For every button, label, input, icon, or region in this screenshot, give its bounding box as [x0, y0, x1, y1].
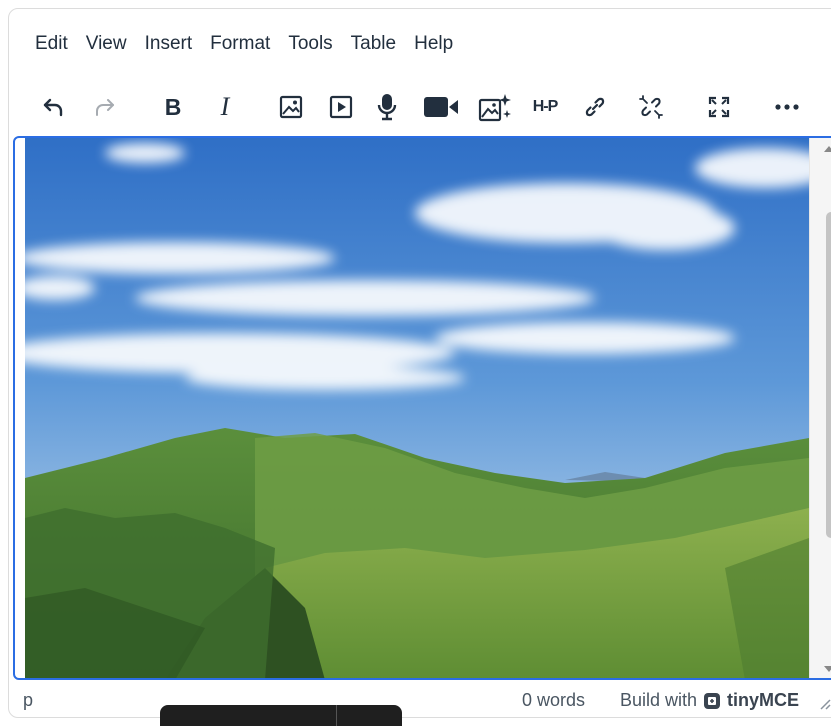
- more-icon: [775, 104, 799, 110]
- undo-button[interactable]: [33, 87, 73, 127]
- link-icon: [585, 97, 605, 117]
- record-video-button[interactable]: [421, 87, 461, 127]
- tooltip-divider: [336, 705, 337, 726]
- microphone-icon: [377, 94, 397, 121]
- record-audio-button[interactable]: [367, 87, 407, 127]
- menu-tools[interactable]: Tools: [282, 27, 338, 61]
- branding-prefix: Build with: [620, 690, 698, 710]
- menu-table[interactable]: Table: [345, 27, 402, 61]
- ai-image-icon: [478, 94, 511, 122]
- branding-name: tinyMCE: [727, 690, 800, 710]
- redo-icon: [96, 99, 114, 116]
- italic-icon: I: [220, 92, 230, 121]
- menu-help[interactable]: Help: [408, 27, 459, 61]
- image-icon: [279, 95, 303, 119]
- h5p-button[interactable]: H-P: [525, 87, 565, 127]
- insert-link-button[interactable]: [575, 87, 615, 127]
- unlink-button[interactable]: [631, 87, 671, 127]
- menu-format[interactable]: Format: [204, 27, 276, 61]
- ai-image-button[interactable]: [475, 87, 515, 127]
- scroll-thumb[interactable]: [826, 212, 831, 538]
- menubar: Edit View Insert Format Tools Table Help: [9, 9, 465, 79]
- unlink-icon: [639, 95, 663, 119]
- menu-edit[interactable]: Edit: [29, 27, 74, 61]
- insert-media-button[interactable]: [321, 87, 361, 127]
- media-icon: [329, 95, 353, 119]
- menu-view[interactable]: View: [80, 27, 133, 61]
- more-button[interactable]: [767, 87, 807, 127]
- italic-button[interactable]: I: [205, 87, 245, 127]
- statusbar: p 0 words Build with tinyMCE: [9, 684, 831, 716]
- video-camera-icon: [424, 97, 458, 117]
- editor-content-area[interactable]: [13, 136, 831, 680]
- bold-icon: B: [164, 93, 182, 120]
- h5p-icon: H-P: [532, 98, 559, 115]
- redo-button[interactable]: [85, 87, 125, 127]
- element-path[interactable]: p: [23, 690, 33, 711]
- scroll-up-arrow-icon[interactable]: [824, 146, 831, 152]
- word-count[interactable]: 0 words: [522, 690, 585, 711]
- menu-insert[interactable]: Insert: [139, 27, 199, 61]
- bold-button[interactable]: B: [153, 87, 193, 127]
- insert-image-button[interactable]: [271, 87, 311, 127]
- landscape-image[interactable]: [25, 138, 809, 678]
- scroll-down-arrow-icon[interactable]: [824, 666, 831, 672]
- rich-text-editor: Edit View Insert Format Tools Table Help…: [8, 8, 831, 718]
- toolbar: B I H-P: [9, 79, 831, 135]
- fullscreen-icon: [708, 96, 730, 118]
- undo-icon: [43, 98, 63, 117]
- tinymce-logo-icon: [704, 692, 721, 709]
- fullscreen-button[interactable]: [699, 87, 739, 127]
- tinymce-branding-link[interactable]: Build with tinyMCE: [620, 690, 799, 711]
- resize-handle-icon[interactable]: [819, 698, 831, 710]
- tooltip-popup: [160, 705, 402, 726]
- editor-scrollbar[interactable]: [809, 138, 831, 678]
